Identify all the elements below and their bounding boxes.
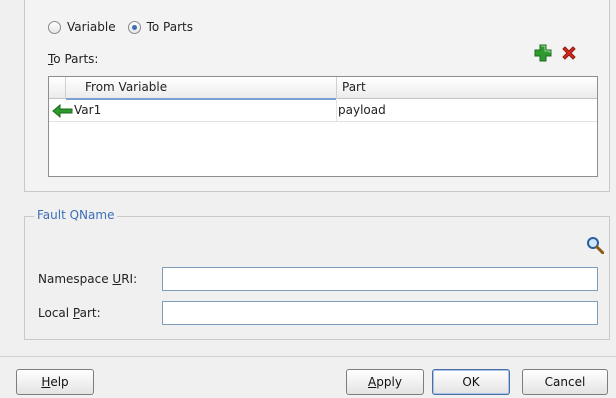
column-header-from-variable[interactable]: From Variable <box>85 80 167 94</box>
fault-qname-legend: Fault QName <box>34 208 118 222</box>
delete-x-icon[interactable] <box>560 44 578 62</box>
arrow-left-icon <box>52 103 74 119</box>
table-row[interactable]: Var1 payload <box>49 100 597 122</box>
local-part-input[interactable] <box>162 301 598 325</box>
ok-button[interactable]: OK <box>432 369 510 395</box>
to-parts-table[interactable]: From Variable Part Var1 payload <box>48 76 598 177</box>
table-header: From Variable Part <box>49 77 597 100</box>
header-divider <box>65 77 66 99</box>
source-radio-group: Variable To Parts <box>48 18 205 36</box>
namespace-uri-label: Namespace URI: <box>38 272 138 286</box>
help-button[interactable]: Help <box>16 369 94 395</box>
add-plus-icon[interactable] <box>534 44 552 62</box>
variable-radio[interactable] <box>48 20 61 34</box>
footer-divider <box>0 356 616 357</box>
to-parts-radio[interactable] <box>127 20 141 34</box>
apply-button[interactable]: Apply <box>346 369 424 395</box>
cancel-button[interactable]: Cancel <box>522 369 608 395</box>
from-variable-cell: Var1 <box>74 103 102 117</box>
column-header-part[interactable]: Part <box>342 80 366 94</box>
to-parts-radio-label[interactable]: To Parts <box>147 20 193 34</box>
part-cell: payload <box>338 103 386 117</box>
variable-radio-label[interactable]: Variable <box>67 20 116 34</box>
local-part-label: Local Part: <box>38 306 101 320</box>
header-divider <box>336 77 337 99</box>
namespace-uri-input[interactable] <box>162 267 598 291</box>
cell-divider <box>336 100 337 122</box>
to-parts-label: To Parts: <box>48 52 99 66</box>
magnifier-icon[interactable] <box>586 236 605 255</box>
